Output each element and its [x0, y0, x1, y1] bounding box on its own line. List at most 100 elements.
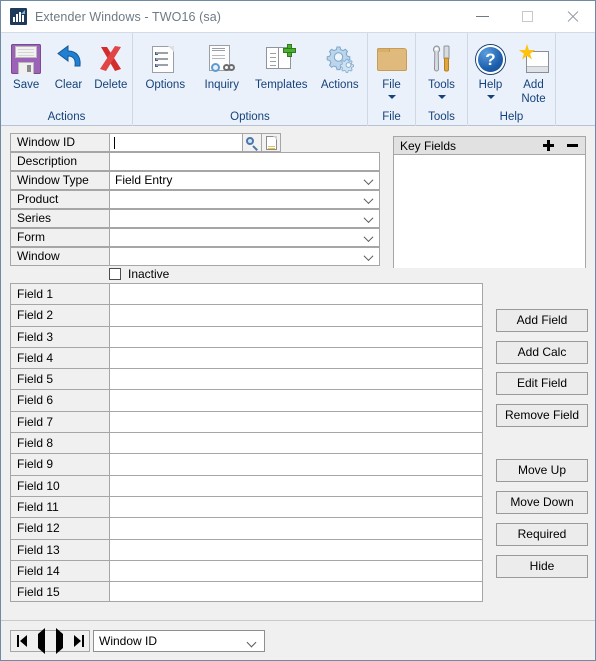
key-fields-list[interactable]: [394, 155, 585, 268]
table-row[interactable]: Field 9: [10, 453, 483, 475]
field-label: Field 8: [10, 432, 109, 454]
move-up-button[interactable]: Move Up: [496, 459, 588, 482]
key-fields-remove-button[interactable]: [567, 140, 578, 151]
table-row[interactable]: Field 5: [10, 368, 483, 390]
field-value[interactable]: [109, 538, 483, 560]
add-note-button[interactable]: Add Note: [512, 37, 555, 106]
field-value[interactable]: [109, 495, 483, 518]
help-menu-button[interactable]: ? Help: [469, 37, 512, 99]
actions-button[interactable]: Actions: [312, 37, 367, 92]
description-input[interactable]: [109, 152, 380, 171]
product-select[interactable]: [109, 190, 380, 209]
ribbon-group-file: File File: [368, 33, 416, 126]
save-icon: [11, 40, 42, 78]
field-label: Field 4: [10, 346, 109, 369]
clear-button[interactable]: Clear: [47, 37, 89, 92]
field-value[interactable]: [109, 453, 483, 475]
table-row[interactable]: Field 15: [10, 581, 483, 603]
field-value[interactable]: [109, 368, 483, 390]
undo-icon: [53, 40, 83, 78]
ribbon-group-title-tools: Tools: [428, 111, 455, 123]
sort-by-select[interactable]: Window ID: [93, 630, 265, 652]
nav-next-button[interactable]: [55, 628, 63, 654]
options-button[interactable]: Options: [137, 37, 194, 92]
field-value[interactable]: [109, 325, 483, 347]
key-fields-header: Key Fields: [394, 137, 585, 155]
form-row-window-type: Window Type Field Entry: [10, 171, 380, 190]
table-row[interactable]: Field 10: [10, 474, 483, 496]
edit-field-button[interactable]: Edit Field: [496, 372, 588, 395]
required-button[interactable]: Required: [496, 523, 588, 546]
file-menu-button[interactable]: File: [369, 37, 415, 99]
inactive-checkbox-row[interactable]: Inactive: [109, 267, 169, 281]
minimize-button[interactable]: [460, 1, 505, 32]
field-label: Field 14: [10, 559, 109, 582]
table-row[interactable]: Field 1: [10, 283, 483, 305]
record-navigation-bar: Window ID: [1, 620, 595, 660]
hide-button[interactable]: Hide: [496, 555, 588, 578]
add-calc-button[interactable]: Add Calc: [496, 341, 588, 364]
inquiry-button-label: Inquiry: [204, 79, 240, 91]
form-select[interactable]: [109, 228, 380, 247]
field-value[interactable]: [109, 432, 483, 454]
key-fields-add-button[interactable]: [543, 140, 554, 151]
field-value[interactable]: [109, 410, 483, 433]
delete-button[interactable]: Delete: [90, 37, 132, 92]
field-value[interactable]: [109, 559, 483, 582]
tools-menu-button[interactable]: Tools: [417, 37, 467, 99]
field-value[interactable]: [109, 517, 483, 539]
move-down-button[interactable]: Move Down: [496, 491, 588, 514]
window-id-lookup-button[interactable]: [243, 133, 262, 152]
table-row[interactable]: Field 12: [10, 517, 483, 539]
form-row-form: Form: [10, 228, 380, 247]
close-button[interactable]: [550, 1, 595, 32]
window-title: Extender Windows - TWO16 (sa): [35, 9, 222, 24]
templates-button[interactable]: Templates: [250, 37, 312, 92]
table-row[interactable]: Field 13: [10, 538, 483, 560]
record-nav-buttons: [10, 628, 90, 654]
field-label: Field 6: [10, 389, 109, 411]
maximize-button[interactable]: [505, 1, 550, 32]
form-row-description: Description: [10, 152, 380, 171]
series-select[interactable]: [109, 209, 380, 228]
window-type-select[interactable]: Field Entry: [109, 171, 380, 190]
field-value[interactable]: [109, 581, 483, 603]
ribbon-group-title-help: Help: [499, 111, 524, 123]
window-label: Window: [10, 247, 109, 266]
nav-last-button[interactable]: [73, 635, 84, 647]
window-id-note-button[interactable]: [262, 133, 281, 152]
field-value[interactable]: [109, 389, 483, 411]
window-id-input[interactable]: [109, 133, 243, 152]
field-value[interactable]: [109, 346, 483, 369]
field-value[interactable]: [109, 474, 483, 496]
remove-field-button[interactable]: Remove Field: [496, 404, 588, 427]
window-type-value: Field Entry: [115, 173, 173, 187]
table-row[interactable]: Field 7: [10, 410, 483, 433]
inactive-checkbox[interactable]: [109, 268, 121, 280]
add-field-button[interactable]: Add Field: [496, 309, 588, 332]
nav-first-button[interactable]: [16, 635, 27, 647]
add-note-icon: [518, 40, 549, 78]
inquiry-button[interactable]: Inquiry: [194, 37, 251, 92]
field-value[interactable]: [109, 304, 483, 326]
field-value[interactable]: [109, 283, 483, 305]
ribbon-group-title-actions: Actions: [47, 111, 86, 123]
table-row[interactable]: Field 2: [10, 304, 483, 326]
table-row[interactable]: Field 4: [10, 346, 483, 369]
table-row[interactable]: Field 6: [10, 389, 483, 411]
save-button[interactable]: Save: [5, 37, 47, 92]
add-note-label-line2: Note: [521, 93, 546, 105]
help-menu-label: Help: [478, 79, 503, 91]
table-row[interactable]: Field 8: [10, 432, 483, 454]
app-logo-icon: [10, 8, 27, 25]
chevron-down-icon: [365, 235, 372, 239]
form-body: Window ID Description Window Type Field …: [1, 127, 595, 634]
inactive-label: Inactive: [128, 267, 170, 281]
ribbon-toolbar: Save Clear Delete Actions Options Inquir…: [1, 32, 595, 126]
table-row[interactable]: Field 11: [10, 495, 483, 518]
table-row[interactable]: Field 3: [10, 325, 483, 347]
nav-prev-button[interactable]: [37, 628, 45, 654]
table-row[interactable]: Field 14: [10, 559, 483, 582]
window-select[interactable]: [109, 247, 380, 266]
sort-by-value: Window ID: [99, 634, 158, 648]
